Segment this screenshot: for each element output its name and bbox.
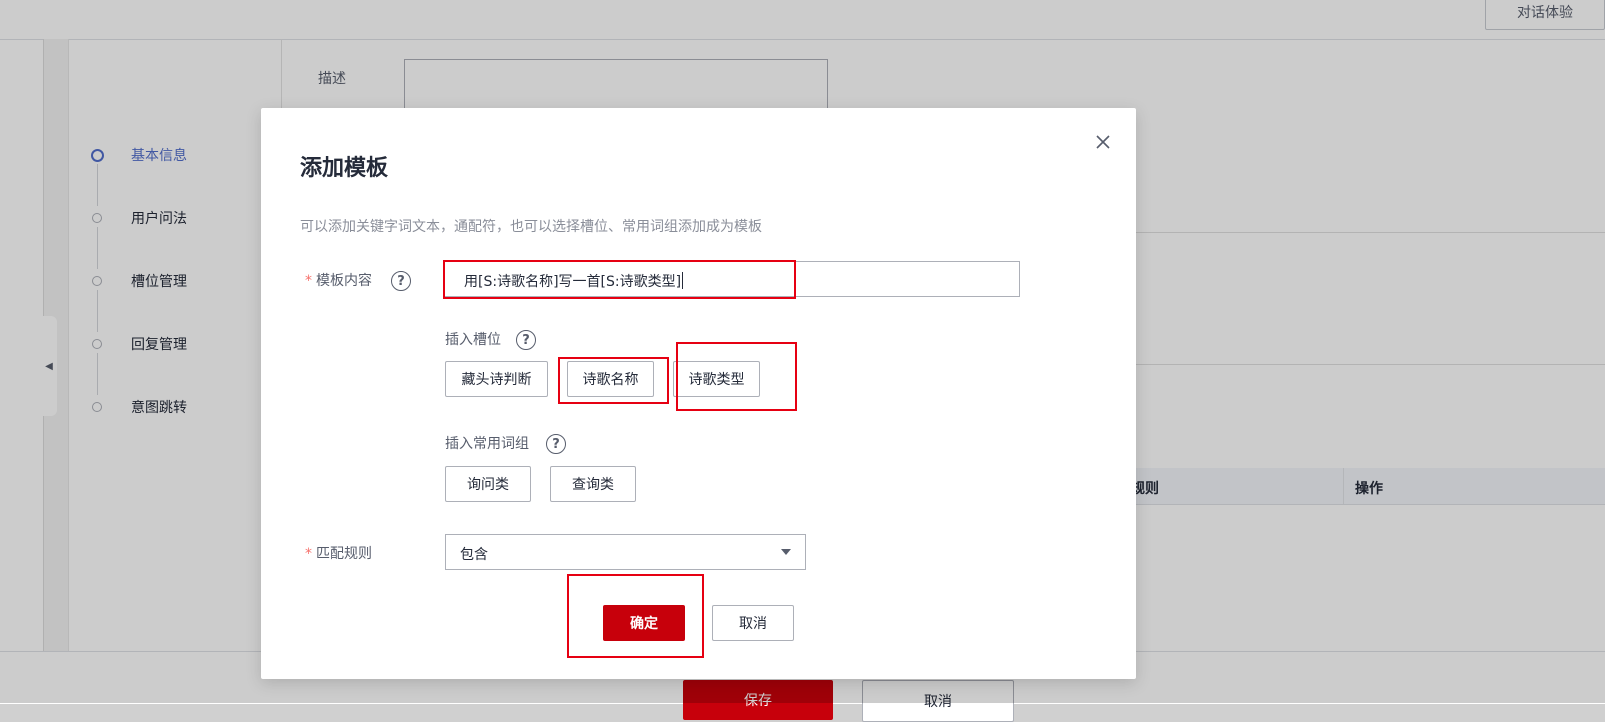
insert-slot-label: 插入槽位 (445, 332, 501, 348)
match-rule-label: * 匹配规则 (305, 543, 372, 563)
confirm-button[interactable]: 确定 (603, 605, 685, 641)
chevron-down-icon (781, 549, 791, 555)
add-template-dialog: 添加模板 可以添加关键字词文本，通配符，也可以选择槽位、常用词组添加成为模板 *… (261, 108, 1136, 679)
help-icon[interactable]: ? (391, 271, 411, 291)
slot-poem-type-button[interactable]: 诗歌类型 (673, 361, 760, 397)
slot-poem-name-button[interactable]: 诗歌名称 (567, 361, 654, 397)
dialog-title: 添加模板 (300, 156, 389, 181)
match-rule-label-text: 匹配规则 (316, 546, 372, 562)
phrase-query-button[interactable]: 查询类 (550, 466, 636, 502)
dialog-hint: 可以添加关键字词文本，通配符，也可以选择槽位、常用词组添加成为模板 (300, 219, 762, 235)
template-content-label-text: 模板内容 (316, 273, 372, 289)
close-icon[interactable] (1093, 132, 1113, 152)
match-rule-value: 包含 (460, 547, 488, 563)
template-content-label: * 模板内容 (305, 270, 372, 290)
match-rule-select[interactable]: 包含 (445, 534, 806, 570)
template-content-value: 用[S:诗歌名称]写一首[S:诗歌类型] (464, 271, 684, 291)
help-icon[interactable]: ? (516, 330, 536, 350)
required-mark: * (305, 273, 312, 289)
insert-phrase-label: 插入常用词组 (445, 436, 529, 452)
cancel-button[interactable]: 取消 (712, 605, 794, 641)
help-icon[interactable]: ? (546, 434, 566, 454)
template-content-input[interactable]: 用[S:诗歌名称]写一首[S:诗歌类型] (444, 261, 1020, 297)
slot-acrostic-judge-button[interactable]: 藏头诗判断 (445, 361, 548, 397)
text-caret (682, 272, 684, 289)
required-mark: * (305, 546, 312, 562)
template-content-text: 用[S:诗歌名称]写一首[S:诗歌类型] (464, 274, 682, 290)
phrase-inquiry-button[interactable]: 询问类 (445, 466, 531, 502)
